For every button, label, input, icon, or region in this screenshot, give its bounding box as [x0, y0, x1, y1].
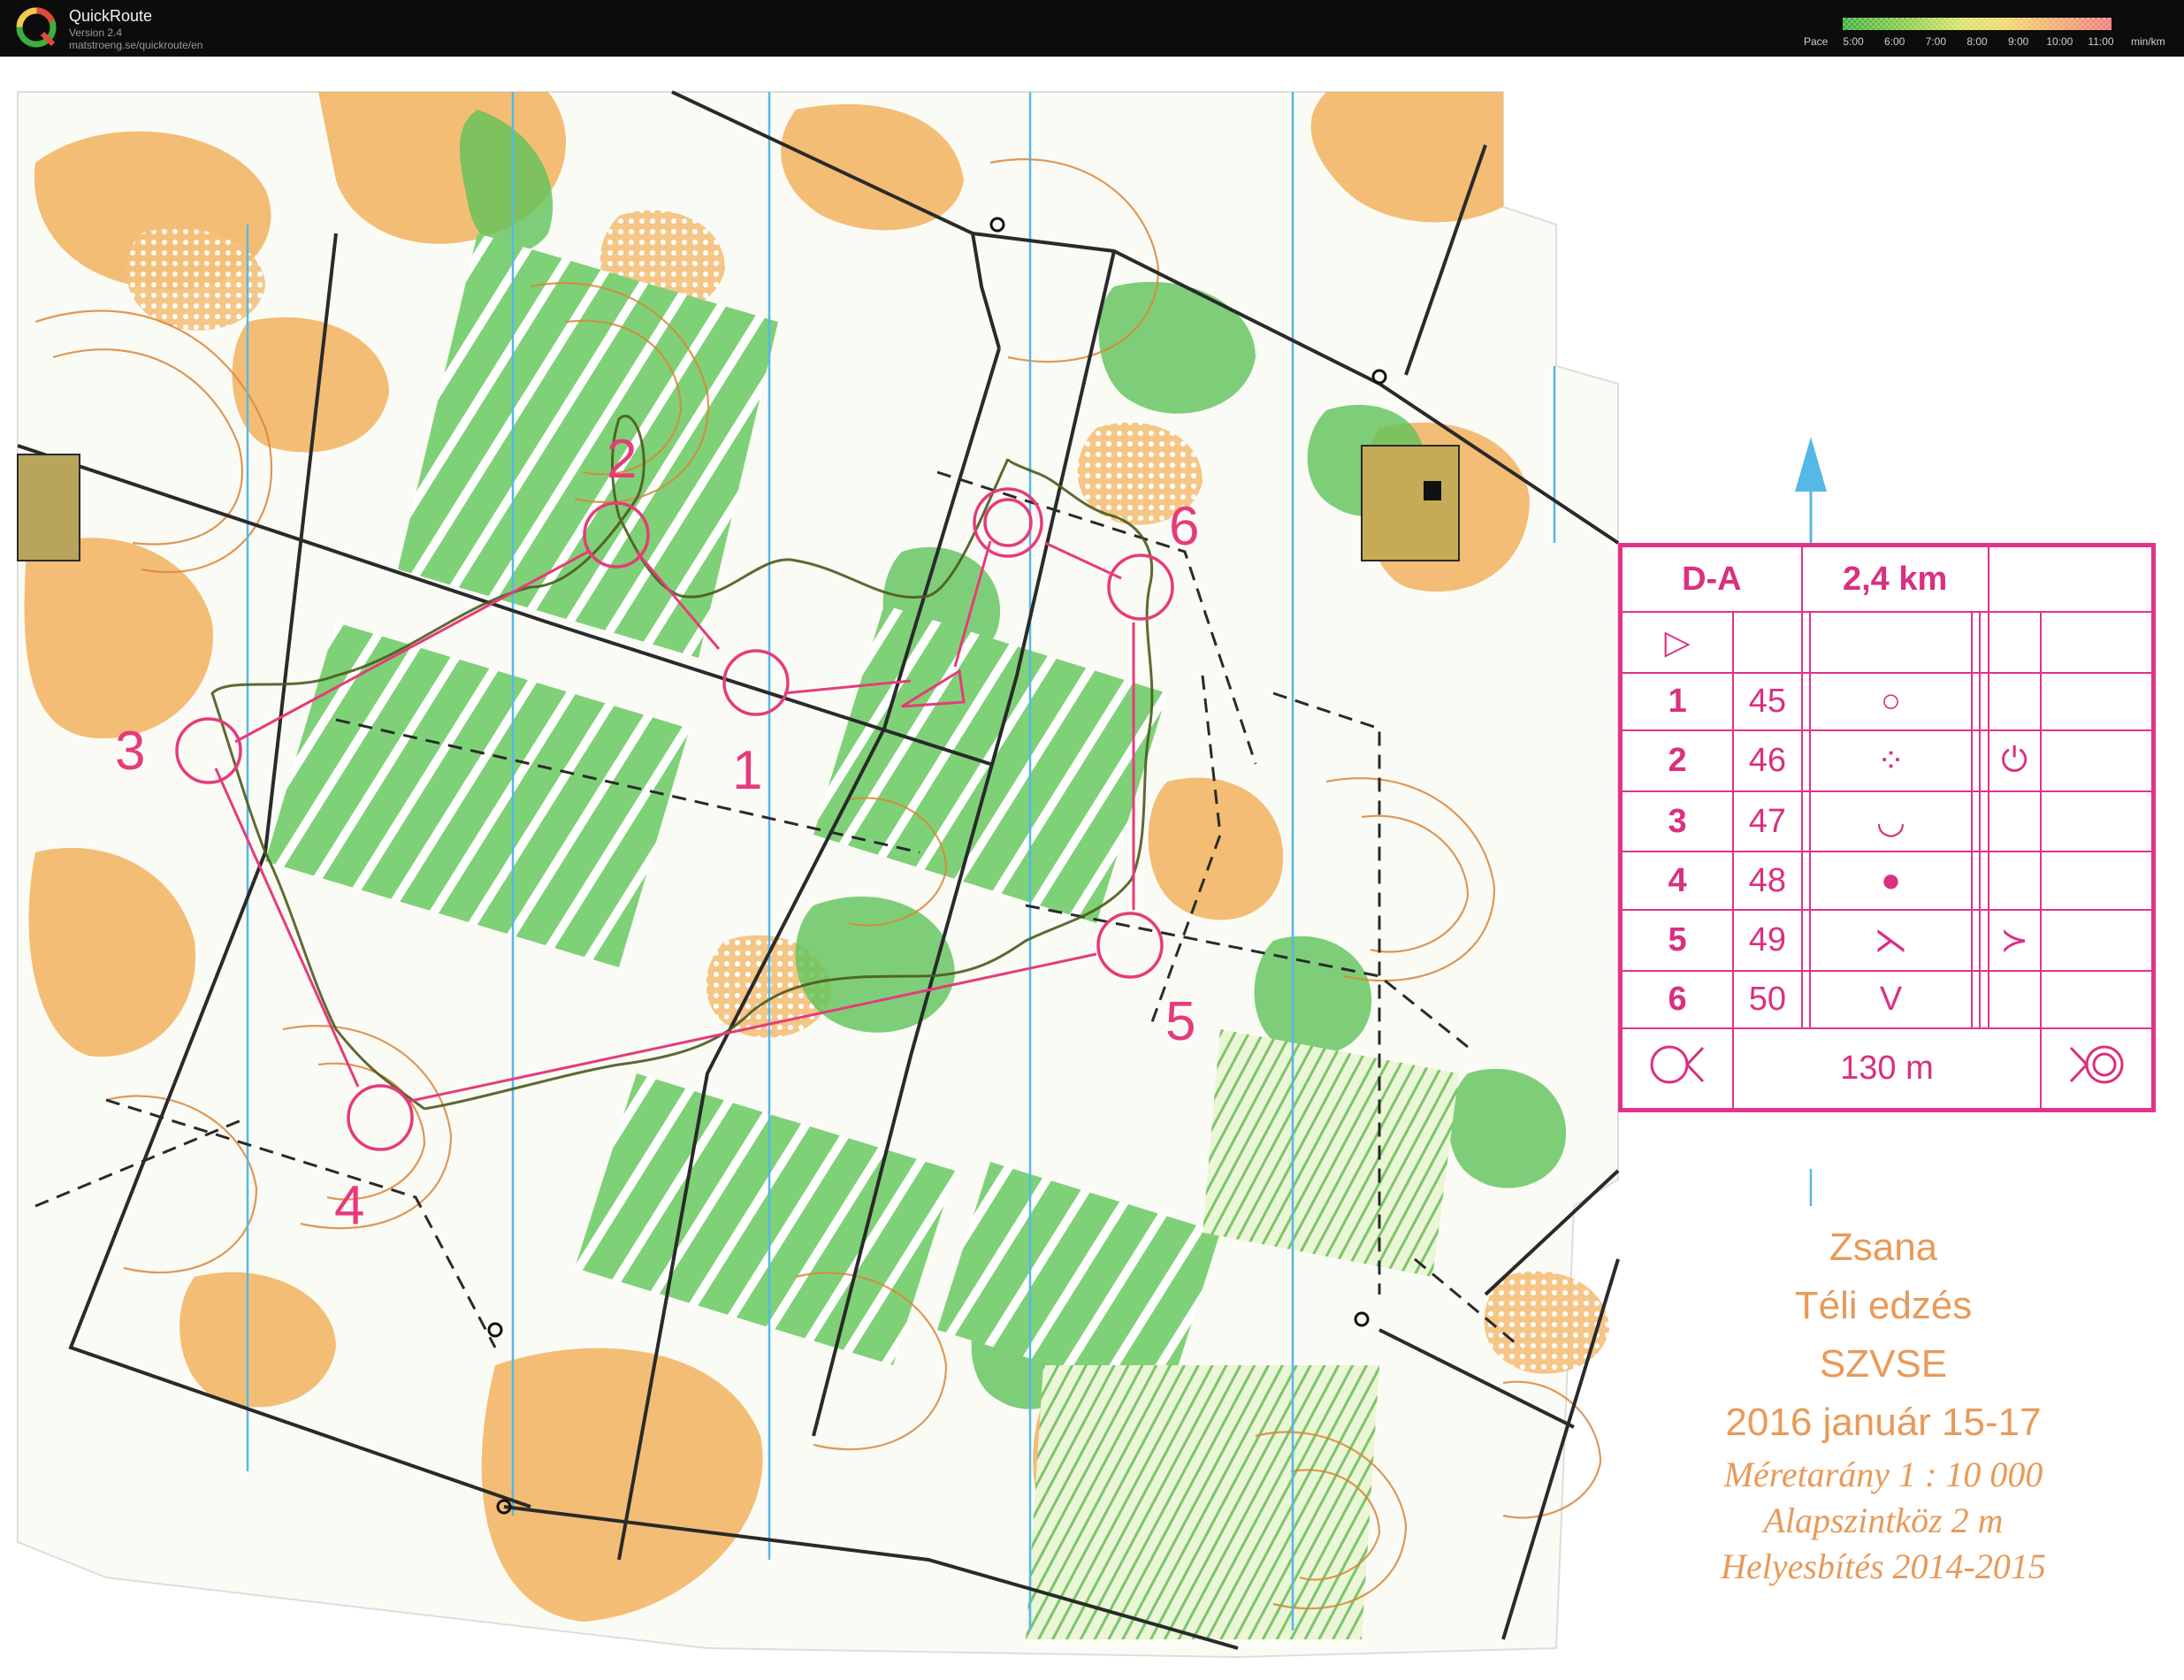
quickroute-logo-icon [16, 7, 57, 48]
map-scale: Méretarány 1 : 10 000 [1723, 1455, 2043, 1494]
pace-unit: min/km [2131, 35, 2165, 48]
control-number-6: 6 [1169, 496, 1199, 557]
app-version: Version 2.4 [69, 27, 123, 39]
pace-tick-label: 5:00 [1843, 35, 1864, 48]
pace-color-scale [1843, 18, 2111, 30]
control-number-3: 3 [115, 721, 145, 782]
finish-start-icon [1620, 1027, 1735, 1110]
control-row-code: 45 [1732, 671, 1803, 732]
control-row-code: 46 [1732, 729, 1803, 792]
control-description-table: D-A 2,4 km ▷ 1 45 ○ 2 46 ⁘ ⏻ 3 47 ◡ 4 48… [1620, 546, 2154, 1110]
pace-tick-label: 6:00 [1883, 35, 1905, 48]
pace-tick-label: 7:00 [1925, 35, 1947, 48]
control-number-5: 5 [1165, 991, 1195, 1052]
position-corner-icon: ≻ [1987, 909, 2042, 972]
control-row: 1 45 ○ [1620, 671, 2154, 732]
control-row: 5 49 ⋋ ≻ [1620, 909, 2154, 972]
pace-tick-label: 9:00 [2007, 35, 2029, 48]
club-name: SZVSE [1819, 1342, 1948, 1386]
control-row: 4 48 ● [1620, 851, 2154, 912]
feature-oval-icon: ○ [1808, 671, 1974, 732]
control-row-number: 2 [1620, 729, 1735, 792]
control-number-1: 1 [732, 740, 762, 801]
feature-knoll-icon: ● [1808, 851, 1974, 912]
control-number-2: 2 [607, 429, 637, 490]
event-date: 2016 január 15-17 [1725, 1401, 2042, 1444]
feature-depression-icon: ◡ [1808, 790, 1974, 853]
control-row: 3 47 ◡ [1620, 790, 2154, 853]
app-title: QuickRoute [69, 7, 153, 25]
pace-label: Pace [1804, 35, 1829, 48]
app-header: QuickRoute Version 2.4 matstroeng.se/qui… [0, 0, 2184, 57]
event-name: Téli edzés [1794, 1284, 1973, 1327]
control-row-code: 49 [1732, 909, 1803, 972]
control-row-number: 4 [1620, 851, 1735, 912]
pace-tick-label: 8:00 [1966, 35, 1988, 48]
control-row: 6 50 V [1620, 969, 2154, 1030]
control-row-number: 1 [1620, 671, 1735, 732]
control-row-number: 6 [1620, 969, 1735, 1030]
start-triangle-icon: ▷ [1620, 611, 1735, 674]
pace-tick-labels: 5:00 6:00 7:00 8:00 9:00 10:00 11:00 [1843, 35, 2114, 48]
control-row: 2 46 ⁘ ⏻ [1620, 729, 2154, 792]
control-number-4: 4 [334, 1175, 364, 1236]
finish-end-icon [2039, 1027, 2154, 1110]
course-name: D-A [1621, 546, 1803, 613]
control-description-card: D-A 2,4 km ▷ 1 45 ○ 2 46 ⁘ ⏻ 3 47 ◡ 4 48… [1618, 543, 2156, 1112]
app-url[interactable]: matstroeng.se/quickroute/en [69, 39, 202, 51]
pace-tick-label: 11:00 [2088, 35, 2114, 48]
position-foot-icon: ⏻ [1987, 729, 2042, 792]
map-revision: Helyesbítés 2014-2015 [1721, 1546, 2046, 1586]
control-row-number: 3 [1620, 790, 1735, 853]
feature-dotted-ring-icon: ⁘ [1808, 729, 1974, 792]
pace-tick-label: 10:00 [2046, 35, 2073, 48]
contour-interval: Alapszintköz 2 m [1763, 1501, 2004, 1540]
feature-dotted-corner-icon: ⋋ [1808, 909, 1974, 972]
control-row-number: 5 [1620, 909, 1735, 972]
map-area-name: Zsana [1829, 1226, 1938, 1269]
feature-re-entrant-icon: V [1808, 969, 1974, 1030]
course-length: 2,4 km [1800, 546, 1989, 613]
control-row-code: 50 [1732, 969, 1803, 1030]
map-info: Zsana Téli edzés SZVSE 2016 január 15-17… [1645, 1218, 2122, 1590]
finish-distance: 130 m [1732, 1027, 2042, 1110]
control-row-code: 48 [1732, 851, 1803, 912]
control-row-code: 47 [1732, 790, 1803, 853]
